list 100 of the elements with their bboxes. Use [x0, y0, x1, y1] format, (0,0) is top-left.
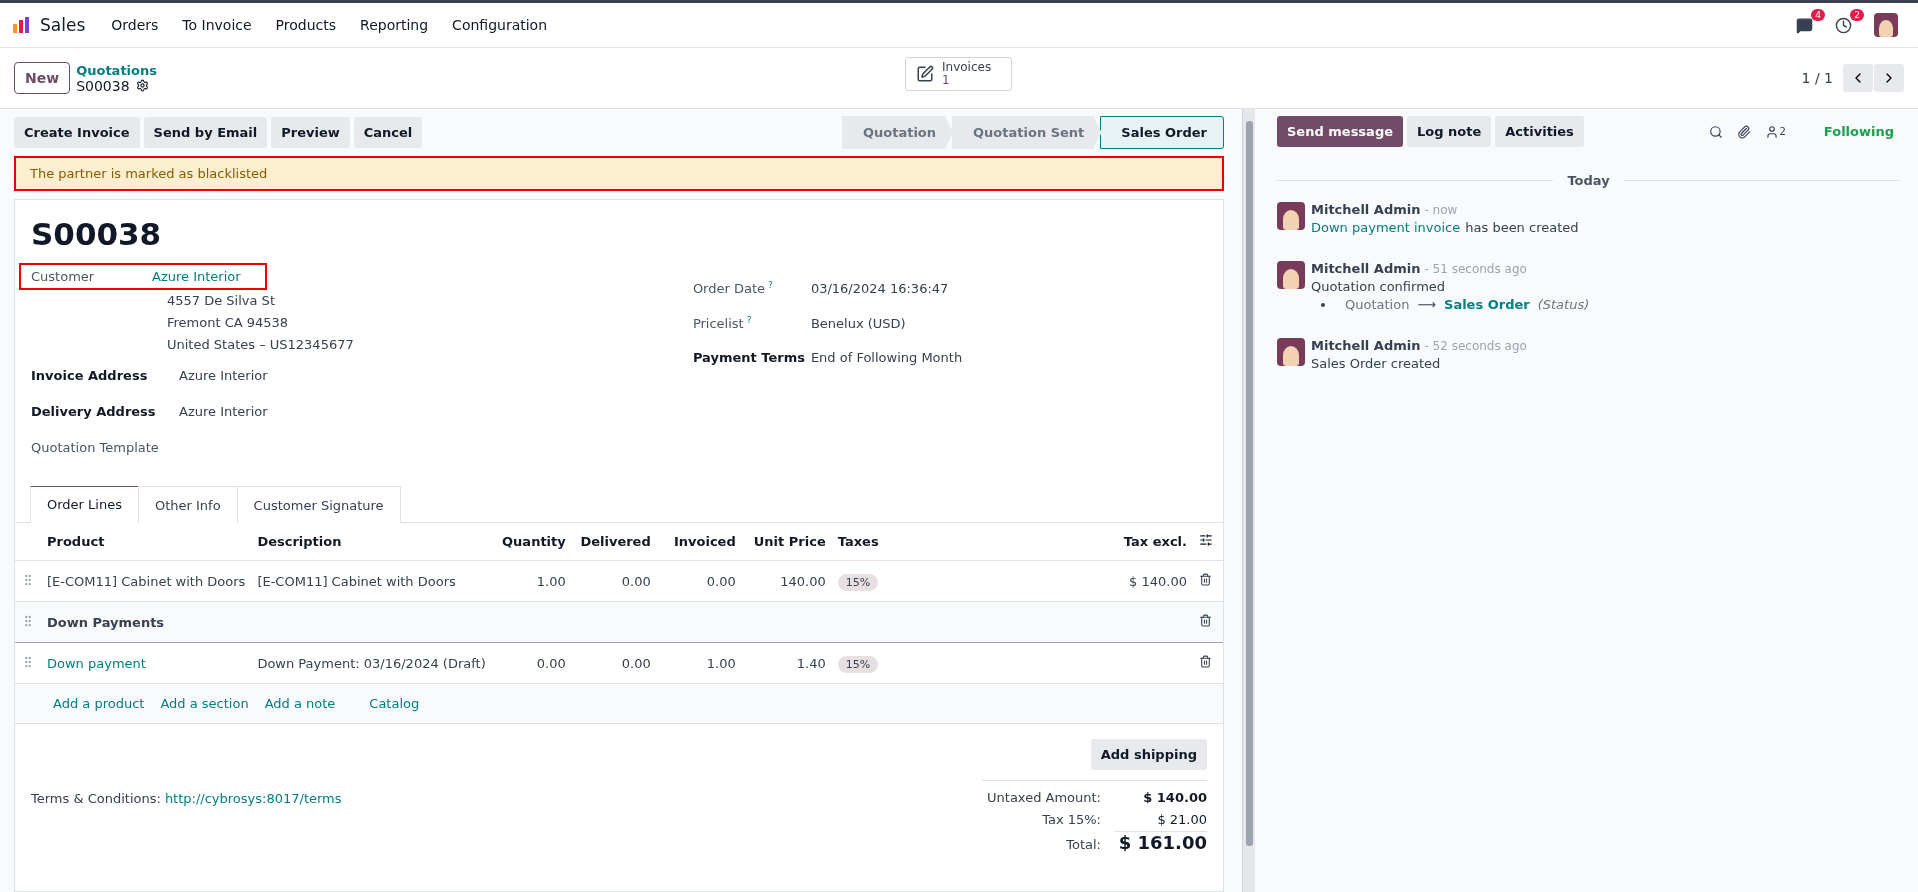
action-button[interactable]: Send by Email [143, 117, 268, 148]
activities-icon[interactable] [1835, 16, 1852, 34]
table-cell: 1.00 [491, 560, 572, 602]
address-line: Fremont CA 94538 [167, 314, 290, 332]
column-header: Description [251, 523, 492, 561]
app-name: Sales [40, 15, 86, 35]
old-value: Quotation [1345, 297, 1410, 312]
followers-count: 2 [1779, 126, 1786, 137]
total-label: Total: [1066, 836, 1101, 854]
author-avatar [1277, 261, 1305, 289]
action-button[interactable]: Preview [271, 117, 350, 148]
column-header: Delivered [571, 523, 657, 561]
action-button[interactable]: Create Invoice [14, 117, 140, 148]
add-line-link[interactable]: Add a note [264, 696, 336, 711]
field-value: Azure Interior [179, 368, 268, 383]
message-time: - 52 seconds ago [1424, 339, 1527, 353]
date-divider: Today [1567, 173, 1610, 188]
total-label: Untaxed Amount: [987, 789, 1101, 807]
add-line-link[interactable]: Add a section [160, 696, 249, 711]
column-settings-icon[interactable] [1199, 533, 1213, 547]
menu-item[interactable]: Products [265, 17, 347, 33]
terms-label: Terms & Conditions: [31, 791, 161, 806]
total-label: Tax 15%: [1042, 811, 1101, 829]
tax-tag: 15% [837, 573, 879, 591]
customer-link[interactable]: Azure Interior [152, 269, 241, 284]
user-avatar [1874, 13, 1898, 37]
app-logo-icon [12, 16, 30, 34]
previous-button[interactable] [1843, 64, 1873, 92]
action-button[interactable]: Cancel [353, 117, 423, 148]
status-stage[interactable]: Quotation Sent [952, 116, 1102, 149]
smart-button-label: Invoices [942, 60, 992, 74]
section-name: Down Payments [41, 601, 1193, 643]
table-cell: 140.00 [741, 560, 832, 602]
new-button[interactable]: New [14, 62, 71, 94]
blacklist-alert: The partner is marked as blacklisted [14, 156, 1224, 191]
address-line: United States – US12345677 [167, 336, 355, 354]
settings-icon[interactable] [135, 79, 149, 92]
message-time: - 51 seconds ago [1424, 262, 1527, 276]
field-label: Pricelist $^{?}$ [692, 315, 753, 332]
column-header: Tax excl. [981, 523, 1193, 561]
message-author: Mitchell Admin [1311, 202, 1421, 217]
notification-badge: 4 [1811, 8, 1825, 21]
scrollbar-thumb[interactable] [1245, 121, 1253, 846]
delete-icon[interactable] [1199, 573, 1212, 586]
invoices-smart-button[interactable]: Invoices 1 [905, 57, 1012, 91]
message-author: Mitchell Admin [1311, 338, 1421, 353]
status-stage[interactable]: Sales Order [1100, 116, 1224, 149]
field-label: Delivery Address [31, 404, 157, 419]
message-link[interactable]: Down payment invoice [1311, 220, 1461, 235]
chatter-button[interactable]: Activities [1495, 116, 1584, 147]
followers-icon[interactable] [1765, 124, 1780, 139]
form-tab[interactable]: Other Info [137, 486, 238, 523]
field-value: Benelux (USD) [810, 316, 906, 332]
menu-item[interactable]: Configuration [442, 17, 558, 33]
total-value: $ 21.00 [1156, 811, 1207, 829]
product-link[interactable]: Down payment [47, 655, 146, 671]
terms-link[interactable]: http://cybrosys:8017/terms [164, 791, 342, 806]
record-name: S00038 [76, 77, 130, 94]
add-line-link[interactable]: Catalog [369, 696, 420, 711]
pager-text: 1 / 1 [1801, 70, 1833, 86]
form-tab[interactable]: Order Lines [30, 486, 139, 523]
chatter-button[interactable]: Send message [1277, 116, 1403, 147]
author-avatar [1277, 202, 1305, 230]
breadcrumb-link[interactable]: Quotations [76, 62, 157, 78]
table-cell: 0.00 [656, 560, 742, 602]
table-cell: $ 140.00 [981, 560, 1193, 602]
delete-icon[interactable] [1199, 614, 1212, 627]
menu-item[interactable]: Reporting [350, 17, 439, 33]
message-text: Sales Order created [1311, 356, 1441, 371]
total-value: $ 140.00 [1142, 789, 1207, 807]
messages-icon[interactable] [1796, 16, 1813, 34]
menu-item[interactable]: To Invoice [172, 17, 262, 33]
column-header: Unit Price [741, 523, 832, 561]
add-line-link[interactable]: Add a product [53, 696, 145, 711]
new-value: Sales Order [1444, 297, 1530, 312]
record-title: S00038 [31, 216, 163, 252]
chatter-button[interactable]: Log note [1407, 116, 1492, 147]
column-header: Quantity [491, 523, 572, 561]
form-tab[interactable]: Customer Signature [236, 486, 401, 523]
message-time: - now [1424, 203, 1458, 217]
field-value: 03/16/2024 16:36:47 [810, 281, 949, 297]
delete-icon[interactable] [1199, 655, 1212, 668]
bullet-icon [1321, 302, 1325, 307]
paperclip-icon[interactable] [1737, 124, 1752, 139]
table-cell: 0.00 [571, 560, 657, 602]
add-shipping-button[interactable]: Add shipping [1090, 739, 1207, 770]
status-stage[interactable]: Quotation [841, 116, 954, 149]
author-avatar [1277, 338, 1305, 366]
menu-item[interactable]: Orders [101, 17, 169, 33]
column-header: Taxes [831, 523, 982, 561]
next-button[interactable] [1874, 64, 1904, 92]
field-name: (Status) [1537, 297, 1590, 312]
notification-badge: 2 [1850, 8, 1864, 21]
arrow-icon: ⟶ [1417, 297, 1437, 312]
search-icon[interactable] [1709, 124, 1724, 139]
message-author: Mitchell Admin [1311, 261, 1421, 276]
table-cell: 1.00 [656, 642, 742, 684]
field-label: Payment Terms [692, 350, 806, 365]
field-label: Customer [31, 269, 96, 284]
message-text: Quotation confirmed [1311, 279, 1446, 294]
